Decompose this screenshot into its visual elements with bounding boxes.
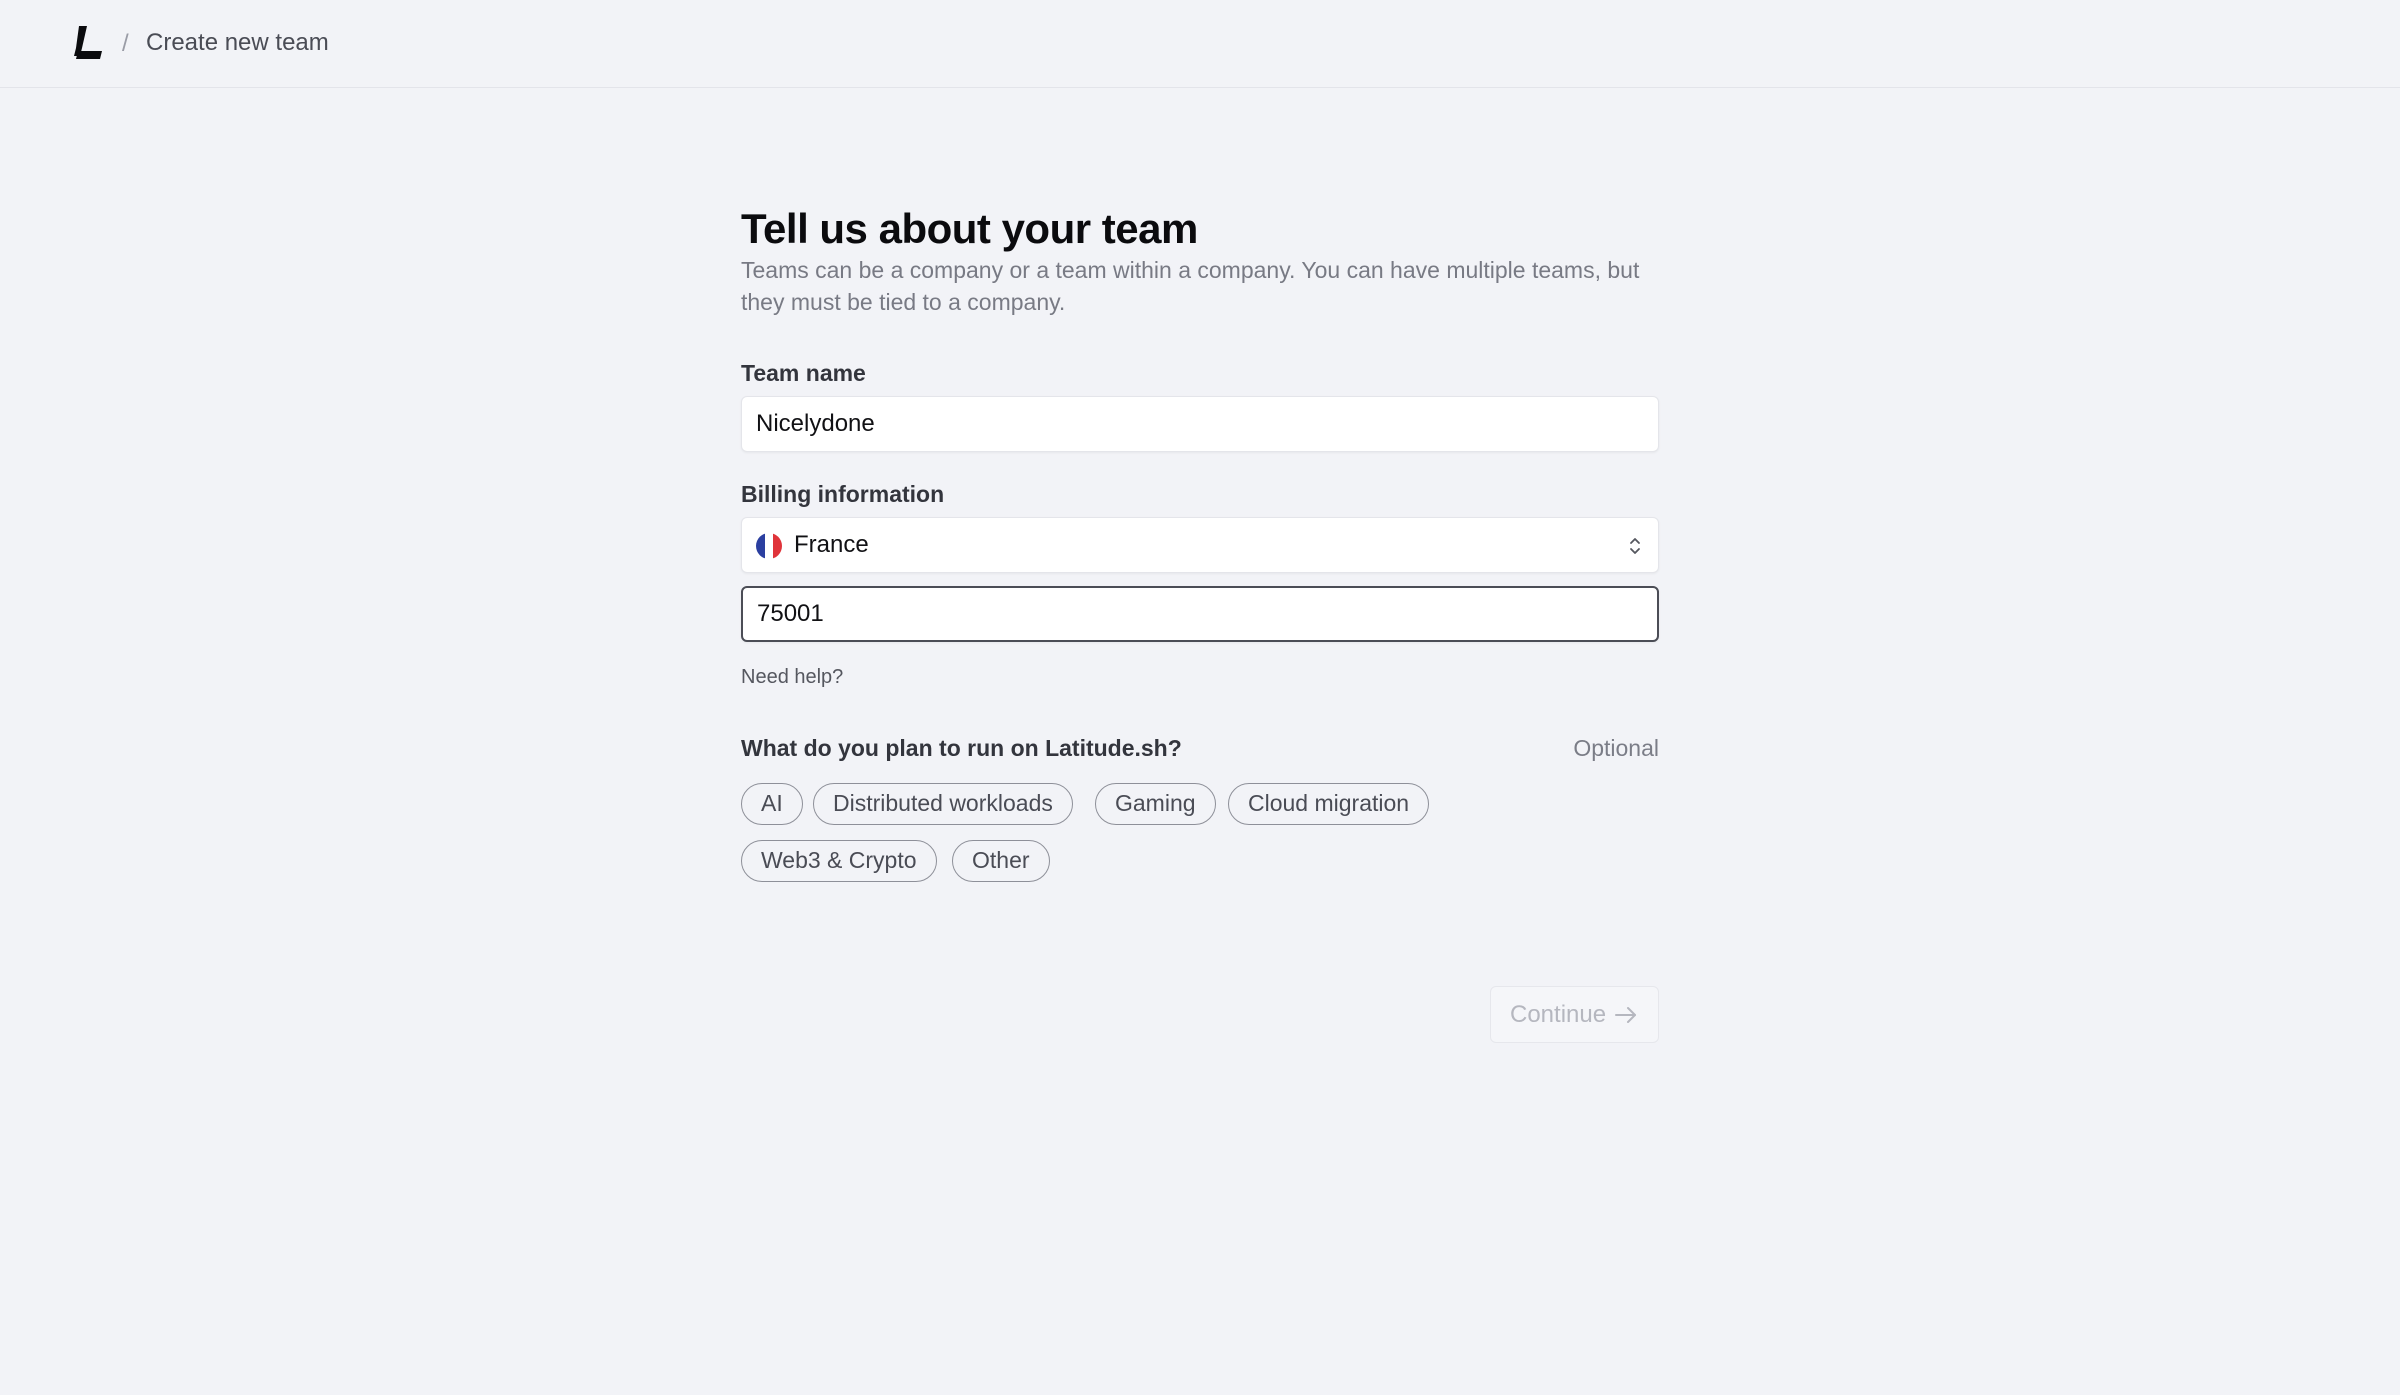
arrow-right-icon: [1615, 1007, 1636, 1023]
plan-option-web3-crypto[interactable]: Web3 & Crypto: [741, 840, 937, 882]
country-select[interactable]: France: [741, 517, 1659, 573]
france-flag-icon: [756, 533, 782, 559]
breadcrumb-separator: /: [122, 30, 129, 57]
continue-button[interactable]: Continue: [1490, 986, 1659, 1043]
optional-label: Optional: [1573, 735, 1659, 761]
plan-option-cloud-migration[interactable]: Cloud migration: [1228, 783, 1430, 825]
breadcrumb-page-title: Create new team: [146, 29, 329, 56]
latitude-logo-icon[interactable]: [74, 26, 104, 60]
team-name-input[interactable]: [742, 397, 1658, 451]
chevron-up-down-icon: [1630, 538, 1640, 554]
page-title: Tell us about your team: [741, 205, 1198, 252]
top-bar: / Create new team: [0, 0, 2400, 88]
country-select-value: France: [794, 531, 869, 558]
postal-code-input[interactable]: [743, 588, 1657, 640]
plan-question-label: What do you plan to run on Latitude.sh?: [741, 735, 1182, 761]
billing-information-label: Billing information: [741, 481, 945, 507]
postal-code-field-wrapper: [741, 586, 1659, 642]
need-help-link[interactable]: Need help?: [741, 665, 843, 689]
plan-option-ai[interactable]: AI: [741, 783, 803, 825]
team-name-field-wrapper: [741, 396, 1659, 452]
plan-option-other[interactable]: Other: [952, 840, 1050, 882]
plan-option-gaming[interactable]: Gaming: [1095, 783, 1216, 825]
team-name-label: Team name: [741, 360, 866, 386]
continue-button-label: Continue: [1510, 1001, 1607, 1028]
plan-option-distributed-workloads[interactable]: Distributed workloads: [813, 783, 1073, 825]
page-subtitle: Teams can be a company or a team within …: [741, 257, 1640, 315]
